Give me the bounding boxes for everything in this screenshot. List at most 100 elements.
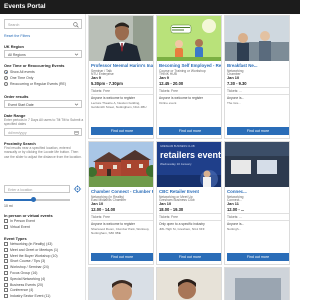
event-image [157,16,221,61]
event-title[interactable]: Chamber Connect - Clumber Park... [91,189,153,194]
calendar-icon[interactable] [74,130,79,135]
event-type-checkbox[interactable] [4,259,8,264]
event-time: 5.30pm - 7.30pm [91,80,123,86]
event-audience: Anyone is... [227,222,245,226]
app-title: Events Portal [4,3,46,10]
event-title[interactable]: Professor Neemal Harim's Inaugur... [91,63,153,68]
event-type-checkbox[interactable] [4,282,8,287]
app-header: Events Portal [0,0,300,14]
event-tickets: Tickets: ... [227,88,242,93]
event-address: JML High St, Gresham, NG1 6FF [159,227,205,231]
location-input[interactable]: Enter a location [4,185,70,193]
uk-region-select[interactable]: All Regions [4,50,82,58]
event-date: Jan 9 [159,75,169,80]
event-image [225,268,289,300]
event-image [157,268,221,300]
date-range-help: Enter periods in 7 Days All users to Til… [4,118,84,127]
event-date: Jan 9 [91,75,101,80]
event-tickets: Tickets: Free [159,88,178,93]
event-title[interactable]: CBC Retailer Event [159,189,221,194]
event-date: Jan 11 [227,201,239,206]
date-range-input[interactable]: dd/mm/yyyy [4,128,82,136]
event-card[interactable] [156,267,222,300]
find-out-more-button[interactable]: Find out more [227,253,289,261]
divider [91,220,153,221]
event-type-label: Industry Sector Event (11) [10,294,51,299]
event-audience: Anyone is... [227,96,245,100]
order-value: Event Start Date [8,102,34,107]
event-type-checkbox[interactable] [4,271,8,275]
radio-reoccurring[interactable] [4,82,8,86]
event-tickets: Tickets: Free [91,214,110,219]
divider [91,87,153,88]
divider [227,220,289,221]
event-type-checkbox[interactable] [4,242,8,246]
radius-slider[interactable] [4,197,70,203]
order-select[interactable]: Event Start Date [4,100,82,108]
find-out-more-button[interactable]: Find out more [159,127,221,135]
radius-slider-handle[interactable] [31,197,37,203]
event-address: Lecture Theatre A, Newton building, Gold… [91,101,147,109]
event-time: 12.45 - 20.00 [159,80,184,86]
event-card[interactable]: GRESHAM BUSINESS CLUB retailers event We… [156,141,222,265]
divider [159,213,221,214]
locate-me-icon[interactable] [73,185,82,193]
search-icon[interactable] [73,21,79,28]
event-card[interactable]: Breakfast Ne... Networking Chamber Jan 1… [224,15,290,139]
checkbox-in-person-label: In Person Event [10,219,35,223]
event-card[interactable]: Professor Neemal Harim's Inaugur... Semi… [88,15,154,139]
find-out-more-button[interactable]: Find out more [227,127,289,135]
search-input[interactable]: Search [4,19,82,29]
chevron-down-icon [74,53,79,56]
find-out-more-button[interactable]: Find out more [91,253,153,261]
checkbox-virtual[interactable] [4,225,8,229]
event-time: 12.00 - ... [227,206,245,212]
radio-one-time-label: One Time Only [10,76,34,80]
image-badge-text: GRESHAM BUSINESS CLUB [160,145,195,148]
event-audience: Anyone is welcome to register [159,96,203,100]
event-type-checkbox[interactable] [4,294,8,299]
event-time: 7.30 - 9.30 [227,80,247,86]
date-range-value: dd/mm/yyyy [8,130,27,135]
find-out-more-button[interactable]: Find out more [159,253,221,261]
event-time: 18.00 - 19.30 [159,206,184,212]
find-out-more-button[interactable]: Find out more [91,127,153,135]
uk-region-value: All Regions [8,52,26,57]
event-title[interactable]: Breakfast Ne... [227,63,289,68]
event-address: Online event [159,101,177,105]
event-address: Sherwood Room, Clumber Park, Worksop, No… [91,227,150,235]
image-date-text: Wednesday 10 January [160,162,192,166]
checkbox-in-person[interactable] [4,219,8,223]
event-title[interactable]: Becoming Self Employed - Remot... [159,63,221,68]
search-placeholder: Search [8,22,20,27]
event-card[interactable]: Becoming Self Employed - Remot... Course… [156,15,222,139]
event-address: The Gre... [227,101,241,105]
radio-show-all[interactable] [4,70,8,74]
event-type-label: Business Events (20) [10,282,44,287]
event-card[interactable]: Connec... Networking Connect... Jan 11 1… [224,141,290,265]
divider [227,87,289,88]
event-type-checkbox[interactable] [4,276,8,281]
event-audience: Only open to a specific industry [159,222,205,226]
event-image: GRESHAM BUSINESS CLUB retailers event We… [157,142,221,187]
event-title[interactable]: Connec... [227,189,289,194]
event-image [89,142,153,187]
chevron-down-icon [74,103,79,106]
event-image [89,16,153,61]
event-image [89,268,153,300]
event-image [225,142,289,187]
event-card[interactable] [88,267,154,300]
event-card[interactable]: Chamber Connect - Clumber Park... Networ… [88,141,154,265]
event-type-checkbox[interactable] [4,265,8,270]
event-type-checkbox[interactable] [4,253,8,258]
event-type-checkbox[interactable] [4,247,8,252]
event-tickets: Tickets: ... [227,214,242,219]
event-audience: Anyone is welcome to register [91,222,135,226]
radio-one-time[interactable] [4,76,8,80]
event-card[interactable] [224,267,290,300]
event-date: Jan 10 [227,75,240,80]
event-type-label: Special Networking (4) [10,276,46,281]
reset-filters-link[interactable]: Reset the Filters [4,34,30,38]
event-type-label: Focus Group (16) [10,271,38,275]
event-type-checkbox[interactable] [4,288,8,293]
